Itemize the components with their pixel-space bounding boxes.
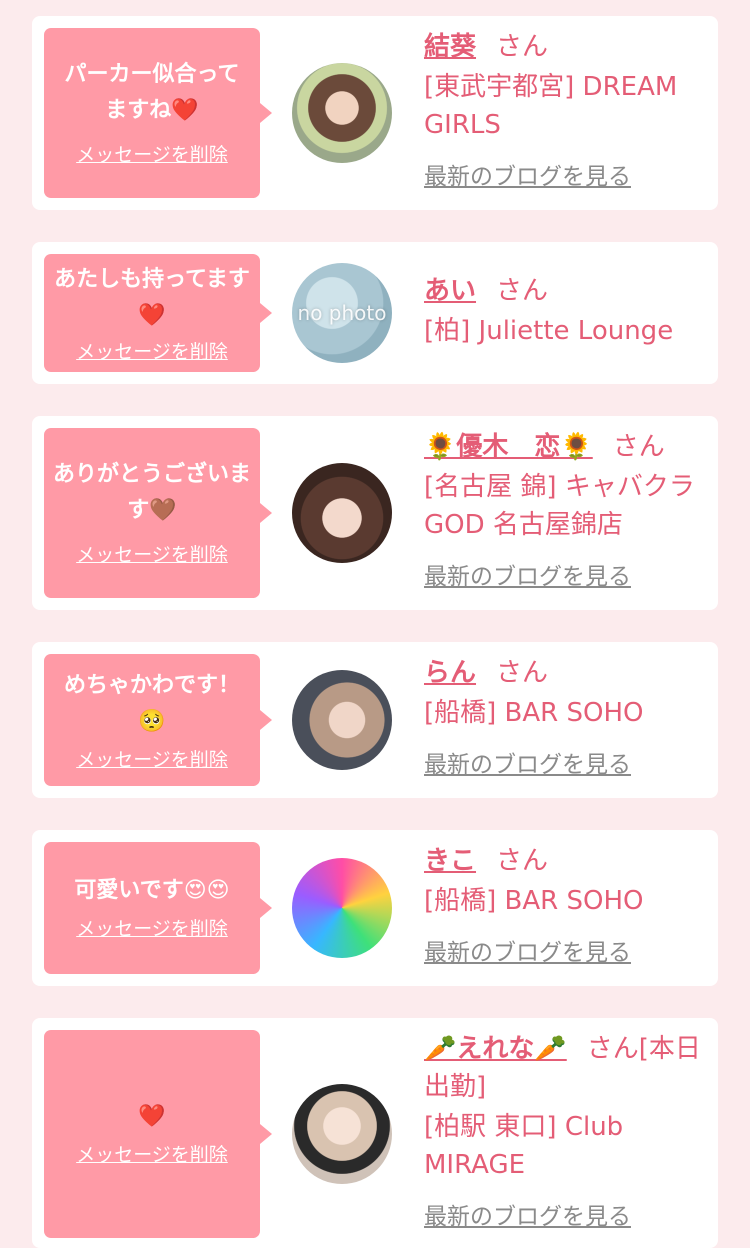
cast-info: らん さん [船橋] BAR SOHO 最新のブログを見る	[424, 654, 710, 784]
avatar[interactable]	[292, 670, 392, 770]
message-card: あたしも持ってます❤️ メッセージを削除 no photo あい さん [柏] J…	[32, 242, 718, 384]
message-card: ❤️ メッセージを削除 🥕えれな🥕 さん[本日出勤] [柏駅 東口] Club M…	[32, 1018, 718, 1248]
delete-message-link[interactable]: メッセージを削除	[76, 1143, 228, 1167]
shop-name: [名古屋 錦] キャバクラGOD 名古屋錦店	[424, 472, 695, 540]
latest-blog-link[interactable]: 最新のブログを見る	[424, 158, 710, 196]
honorific: さん	[496, 658, 549, 688]
cast-info: あい さん [柏] Juliette Lounge	[424, 272, 710, 350]
message-text: ありがとうございます🤎	[52, 462, 251, 523]
cast-info: きこ さん [船橋] BAR SOHO 最新のブログを見る	[424, 842, 710, 972]
message-text: パーカー似合ってますね❤️	[64, 62, 240, 123]
name-line: 🌻優木 恋🌻 さん	[424, 428, 710, 466]
message-text: めちゃかわです！🥺	[63, 673, 240, 734]
message-card: パーカー似合ってますね❤️ メッセージを削除 結葵 さん [東武宇都宮] DREA…	[32, 16, 718, 210]
cast-name-link[interactable]: らん	[424, 658, 476, 688]
message-bubble: 可愛いです😍😍 メッセージを削除	[44, 842, 272, 974]
cast-info: 🥕えれな🥕 さん[本日出勤] [柏駅 東口] Club MIRAGE 最新のブログ…	[424, 1030, 710, 1236]
latest-blog-link[interactable]: 最新のブログを見る	[424, 1198, 710, 1236]
cast-name-link[interactable]: 🥕えれな🥕	[424, 1034, 567, 1064]
message-card: 可愛いです😍😍 メッセージを削除 きこ さん [船橋] BAR SOHO 最新のブ…	[32, 830, 718, 986]
message-card: ありがとうございます🤎 メッセージを削除 🌻優木 恋🌻 さん [名古屋 錦] キャ…	[32, 416, 718, 610]
shop-name: [柏駅 東口] Club MIRAGE	[424, 1112, 624, 1180]
message-text: あたしも持ってます❤️	[54, 267, 250, 328]
delete-message-link[interactable]: メッセージを削除	[76, 748, 228, 772]
latest-blog-link[interactable]: 最新のブログを見る	[424, 558, 710, 596]
avatar[interactable]: no photo	[292, 263, 392, 363]
message-text: 可愛いです😍😍	[74, 878, 230, 903]
latest-blog-link[interactable]: 最新のブログを見る	[424, 934, 710, 972]
avatar[interactable]	[292, 858, 392, 958]
avatar[interactable]	[292, 63, 392, 163]
cast-info: 🌻優木 恋🌻 さん [名古屋 錦] キャバクラGOD 名古屋錦店 最新のブログを見…	[424, 428, 710, 596]
shop-name: [船橋] BAR SOHO	[424, 698, 644, 728]
latest-blog-link[interactable]: 最新のブログを見る	[424, 746, 710, 784]
honorific: さん	[612, 432, 665, 462]
avatar[interactable]	[292, 1084, 392, 1184]
message-bubble: めちゃかわです！🥺 メッセージを削除	[44, 654, 272, 786]
cast-info: 結葵 さん [東武宇都宮] DREAM GIRLS 最新のブログを見る	[424, 28, 710, 196]
honorific: さん	[496, 846, 549, 876]
avatar[interactable]	[292, 463, 392, 563]
no-photo-label: no photo	[297, 301, 387, 325]
name-line: 🥕えれな🥕 さん[本日出勤]	[424, 1030, 710, 1106]
honorific: さん	[496, 32, 549, 62]
name-line: らん さん	[424, 654, 710, 692]
delete-message-link[interactable]: メッセージを削除	[76, 143, 228, 167]
delete-message-link[interactable]: メッセージを削除	[76, 917, 228, 941]
message-bubble: ありがとうございます🤎 メッセージを削除	[44, 428, 272, 598]
shop-name: [東武宇都宮] DREAM GIRLS	[424, 72, 678, 140]
delete-message-link[interactable]: メッセージを削除	[76, 543, 228, 567]
name-line: 結葵 さん	[424, 28, 710, 66]
message-bubble: あたしも持ってます❤️ メッセージを削除	[44, 254, 272, 372]
message-bubble: パーカー似合ってますね❤️ メッセージを削除	[44, 28, 272, 198]
cast-name-link[interactable]: 結葵	[424, 32, 476, 62]
message-text: ❤️	[138, 1104, 166, 1129]
cast-name-link[interactable]: 🌻優木 恋🌻	[424, 432, 593, 462]
name-line: きこ さん	[424, 842, 710, 880]
cast-name-link[interactable]: きこ	[424, 846, 476, 876]
delete-message-link[interactable]: メッセージを削除	[76, 340, 228, 364]
name-line: あい さん	[424, 272, 710, 310]
message-card: めちゃかわです！🥺 メッセージを削除 らん さん [船橋] BAR SOHO 最新…	[32, 642, 718, 798]
message-bubble: ❤️ メッセージを削除	[44, 1030, 272, 1238]
cast-name-link[interactable]: あい	[424, 276, 476, 306]
shop-name: [船橋] BAR SOHO	[424, 886, 644, 916]
honorific: さん	[496, 276, 549, 306]
shop-name: [柏] Juliette Lounge	[424, 316, 674, 346]
